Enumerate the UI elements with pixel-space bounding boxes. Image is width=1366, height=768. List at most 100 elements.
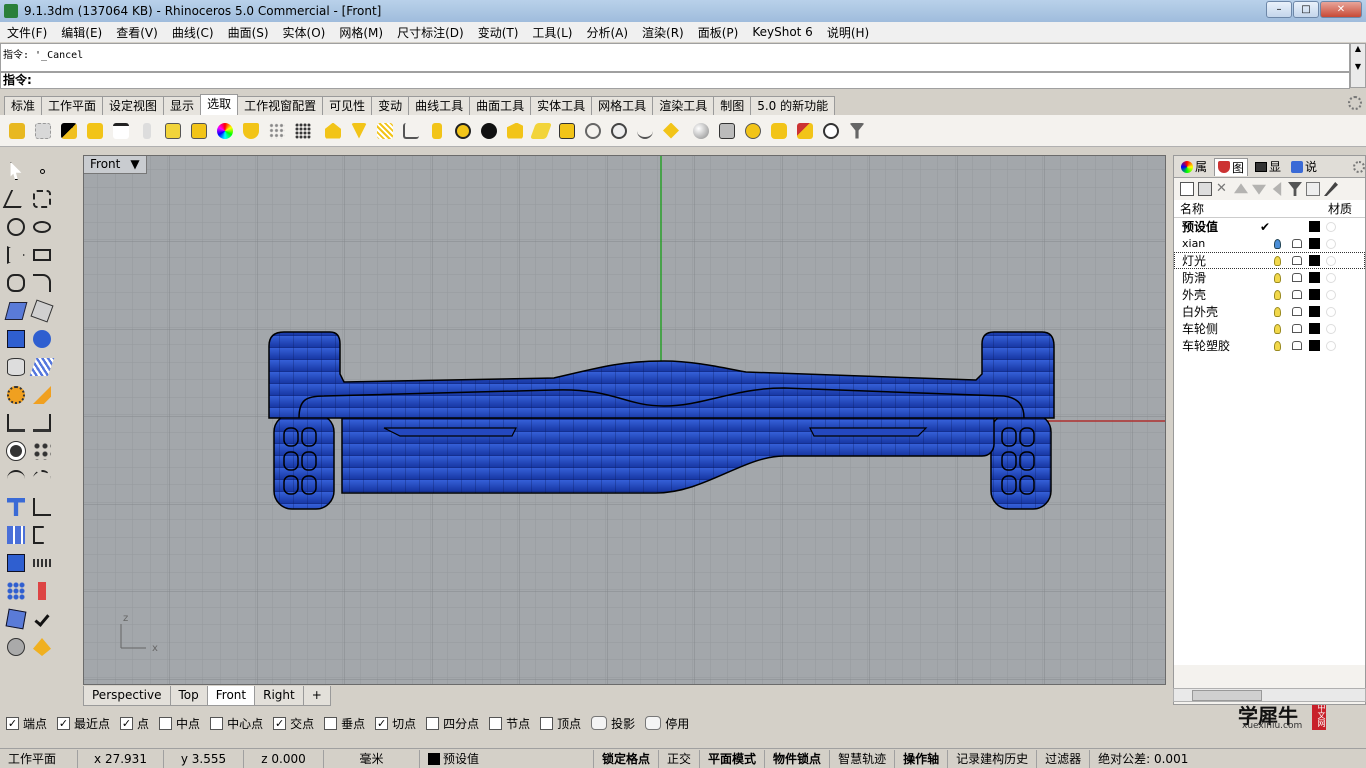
- unlock-icon[interactable]: [1292, 324, 1302, 333]
- menu-panels[interactable]: 面板(P): [691, 24, 746, 41]
- layer-color-swatch[interactable]: [1309, 340, 1320, 351]
- polyline-icon[interactable]: [2, 187, 30, 211]
- osnap-quad[interactable]: 四分点: [426, 715, 479, 732]
- select-lines-icon[interactable]: [110, 120, 132, 142]
- status-filter[interactable]: 过滤器: [1037, 749, 1091, 768]
- move-down-icon[interactable]: [1252, 184, 1266, 195]
- join-icon[interactable]: [4, 439, 28, 463]
- tab-display[interactable]: 显示: [163, 96, 202, 115]
- tab-front[interactable]: Front: [206, 686, 256, 706]
- tab-layers[interactable]: 图: [1214, 157, 1249, 176]
- unlock-icon[interactable]: [1292, 290, 1302, 299]
- layer-properties-icon[interactable]: [1306, 182, 1320, 196]
- layer-row[interactable]: xian: [1174, 235, 1365, 252]
- status-grid-snap[interactable]: 锁定格点: [594, 749, 660, 768]
- menu-edit[interactable]: 编辑(E): [54, 24, 109, 41]
- layer-color-swatch[interactable]: [1309, 255, 1320, 266]
- viewport-name[interactable]: Front: [90, 156, 120, 173]
- tab-visibility[interactable]: 可见性: [322, 96, 373, 115]
- bulb-icon[interactable]: [1274, 238, 1281, 249]
- viewport-menu-arrow-icon[interactable]: ▼: [130, 156, 139, 173]
- status-gumball[interactable]: 操作轴: [895, 749, 949, 768]
- select-planar-icon[interactable]: [530, 120, 552, 142]
- select-text-icon[interactable]: [162, 120, 184, 142]
- osnap-near-checkbox[interactable]: ✓: [57, 716, 71, 730]
- menu-view[interactable]: 查看(V): [109, 24, 165, 41]
- select-solids-icon[interactable]: [188, 120, 210, 142]
- status-cplane[interactable]: 工作平面: [0, 749, 78, 768]
- tab-render-tools[interactable]: 渲染工具: [652, 96, 715, 115]
- select-cube-icon[interactable]: [716, 120, 738, 142]
- layer-material-icon[interactable]: [1326, 221, 1336, 232]
- layer-color-swatch[interactable]: [1309, 306, 1320, 317]
- osnap-knot-checkbox[interactable]: [489, 716, 503, 730]
- column-material[interactable]: 材质: [1328, 200, 1352, 217]
- osnap-perp[interactable]: 垂点: [324, 715, 365, 732]
- extrude-icon[interactable]: [30, 299, 54, 323]
- menu-dimension[interactable]: 尺寸标注(D): [390, 24, 471, 41]
- select-render-icon[interactable]: [742, 120, 764, 142]
- toolbar-gear-icon[interactable]: [1348, 96, 1362, 110]
- check-icon[interactable]: [30, 607, 54, 631]
- bulb-icon[interactable]: [1274, 289, 1281, 300]
- select-last-icon[interactable]: [660, 120, 682, 142]
- rectangle-icon[interactable]: [30, 243, 54, 267]
- layer-material-icon[interactable]: [1326, 289, 1336, 300]
- osnap-int[interactable]: ✓ 交点: [273, 715, 314, 732]
- menu-transform[interactable]: 变动(T): [471, 24, 526, 41]
- project-toggle[interactable]: [591, 716, 608, 730]
- select-pointcloud-icon[interactable]: [266, 120, 288, 142]
- tab-display[interactable]: 显: [1252, 158, 1284, 175]
- select-closed-icon[interactable]: [348, 120, 370, 142]
- osnap-center[interactable]: 中心点: [210, 715, 263, 732]
- select-arrow-icon[interactable]: [4, 159, 28, 183]
- material-icon[interactable]: [30, 635, 54, 659]
- offset-icon[interactable]: [4, 467, 28, 491]
- select-brush-icon[interactable]: [794, 120, 816, 142]
- text-icon[interactable]: [4, 495, 28, 519]
- menu-mesh[interactable]: 网格(M): [332, 24, 390, 41]
- layer-row[interactable]: 预设值 ✔: [1174, 218, 1365, 235]
- layer-material-icon[interactable]: [1326, 238, 1336, 249]
- unlock-icon[interactable]: [1292, 256, 1302, 265]
- select-layer-icon[interactable]: [240, 120, 262, 142]
- select-mesh-icon[interactable]: [608, 120, 630, 142]
- select-points-icon[interactable]: [6, 120, 28, 142]
- bulb-icon[interactable]: [1274, 255, 1281, 266]
- layer-material-icon[interactable]: [1326, 272, 1336, 283]
- new-sublayer-icon[interactable]: [1198, 182, 1212, 196]
- select-polysurfaces-icon[interactable]: [84, 120, 106, 142]
- unlock-icon[interactable]: [1292, 273, 1302, 282]
- status-smarttrack[interactable]: 智慧轨迹: [830, 749, 896, 768]
- layer-color-swatch[interactable]: [1309, 289, 1320, 300]
- select-curves-icon[interactable]: [32, 120, 54, 142]
- osnap-tan-checkbox[interactable]: ✓: [375, 716, 389, 730]
- osnap-point[interactable]: ✓ 点: [120, 715, 149, 732]
- select-boxes-icon[interactable]: [556, 120, 578, 142]
- layer-color-swatch[interactable]: [1309, 238, 1320, 249]
- tab-properties[interactable]: 属: [1178, 158, 1210, 175]
- menu-render[interactable]: 渲染(R): [635, 24, 691, 41]
- viewport-title[interactable]: Front ▼: [84, 156, 147, 174]
- status-planar[interactable]: 平面模式: [700, 749, 766, 768]
- offset-curve-icon[interactable]: [30, 467, 54, 491]
- unlock-icon[interactable]: [1292, 307, 1302, 316]
- bulb-icon[interactable]: [1274, 272, 1281, 283]
- mirror-icon[interactable]: [30, 523, 54, 547]
- unlock-icon[interactable]: [1292, 239, 1302, 248]
- select-open-icon[interactable]: [322, 120, 344, 142]
- osnap-project[interactable]: 投影: [591, 715, 635, 732]
- select-group-icon[interactable]: [426, 120, 448, 142]
- unlock-icon[interactable]: [1292, 341, 1302, 350]
- group-icon[interactable]: [4, 523, 28, 547]
- layer-material-icon[interactable]: [1326, 340, 1336, 351]
- tab-set-view[interactable]: 设定视图: [102, 96, 165, 115]
- tools-icon[interactable]: [1324, 182, 1338, 196]
- command-prompt[interactable]: 指令:: [0, 72, 1350, 89]
- point-icon[interactable]: [30, 159, 54, 183]
- osnap-disable[interactable]: 停用: [645, 715, 689, 732]
- select-blocks-icon[interactable]: [136, 120, 158, 142]
- osnap-vertex[interactable]: 顶点: [540, 715, 581, 732]
- select-curve-icon[interactable]: [634, 120, 656, 142]
- menu-surface[interactable]: 曲面(S): [221, 24, 276, 41]
